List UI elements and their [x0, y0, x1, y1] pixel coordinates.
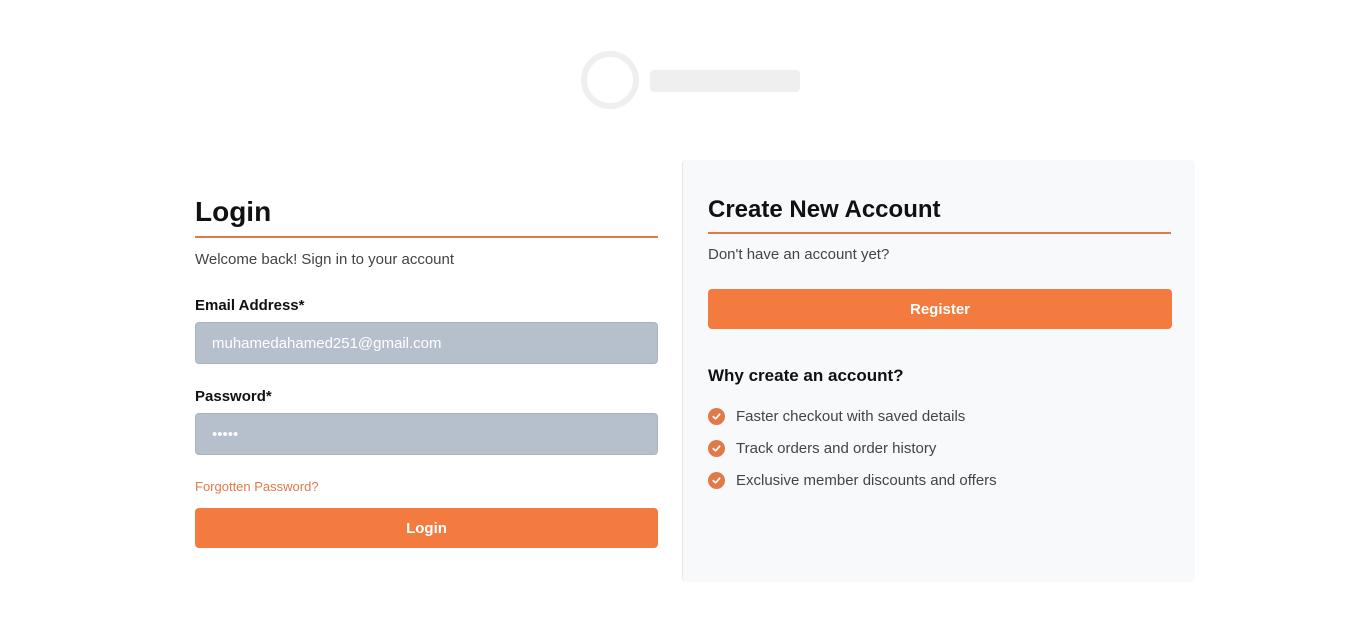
list-item: Exclusive member discounts and offers — [708, 464, 1171, 496]
login-title: Login — [195, 196, 658, 238]
benefits-list: Faster checkout with saved details Track… — [708, 400, 1171, 496]
why-create-title: Why create an account? — [708, 366, 904, 385]
faded-logo — [570, 40, 810, 120]
login-button[interactable]: Login — [195, 508, 658, 548]
login-subtitle: Welcome back! Sign in to your account — [195, 251, 455, 268]
check-circle-icon — [708, 407, 725, 425]
login-panel: Login Welcome back! Sign in to your acco… — [195, 160, 658, 548]
email-label: Email Address* — [195, 297, 305, 314]
list-item: Faster checkout with saved details — [708, 400, 1171, 432]
list-item: Track orders and order history — [708, 432, 1171, 464]
register-title: Create New Account — [708, 196, 1171, 234]
benefit-text: Exclusive member discounts and offers — [736, 471, 997, 489]
benefit-text: Track orders and order history — [736, 439, 937, 457]
benefit-text: Faster checkout with saved details — [736, 407, 966, 425]
check-circle-icon — [708, 471, 725, 489]
register-button[interactable]: Register — [708, 289, 1172, 329]
password-label: Password* — [195, 388, 272, 405]
forgot-password-link[interactable]: Forgotten Password? — [195, 479, 319, 494]
email-field[interactable] — [195, 322, 658, 364]
register-subtitle: Don't have an account yet? — [708, 246, 890, 263]
check-circle-icon — [708, 439, 725, 457]
register-panel: Create New Account Don't have an account… — [682, 160, 1195, 582]
password-field[interactable] — [195, 413, 658, 455]
